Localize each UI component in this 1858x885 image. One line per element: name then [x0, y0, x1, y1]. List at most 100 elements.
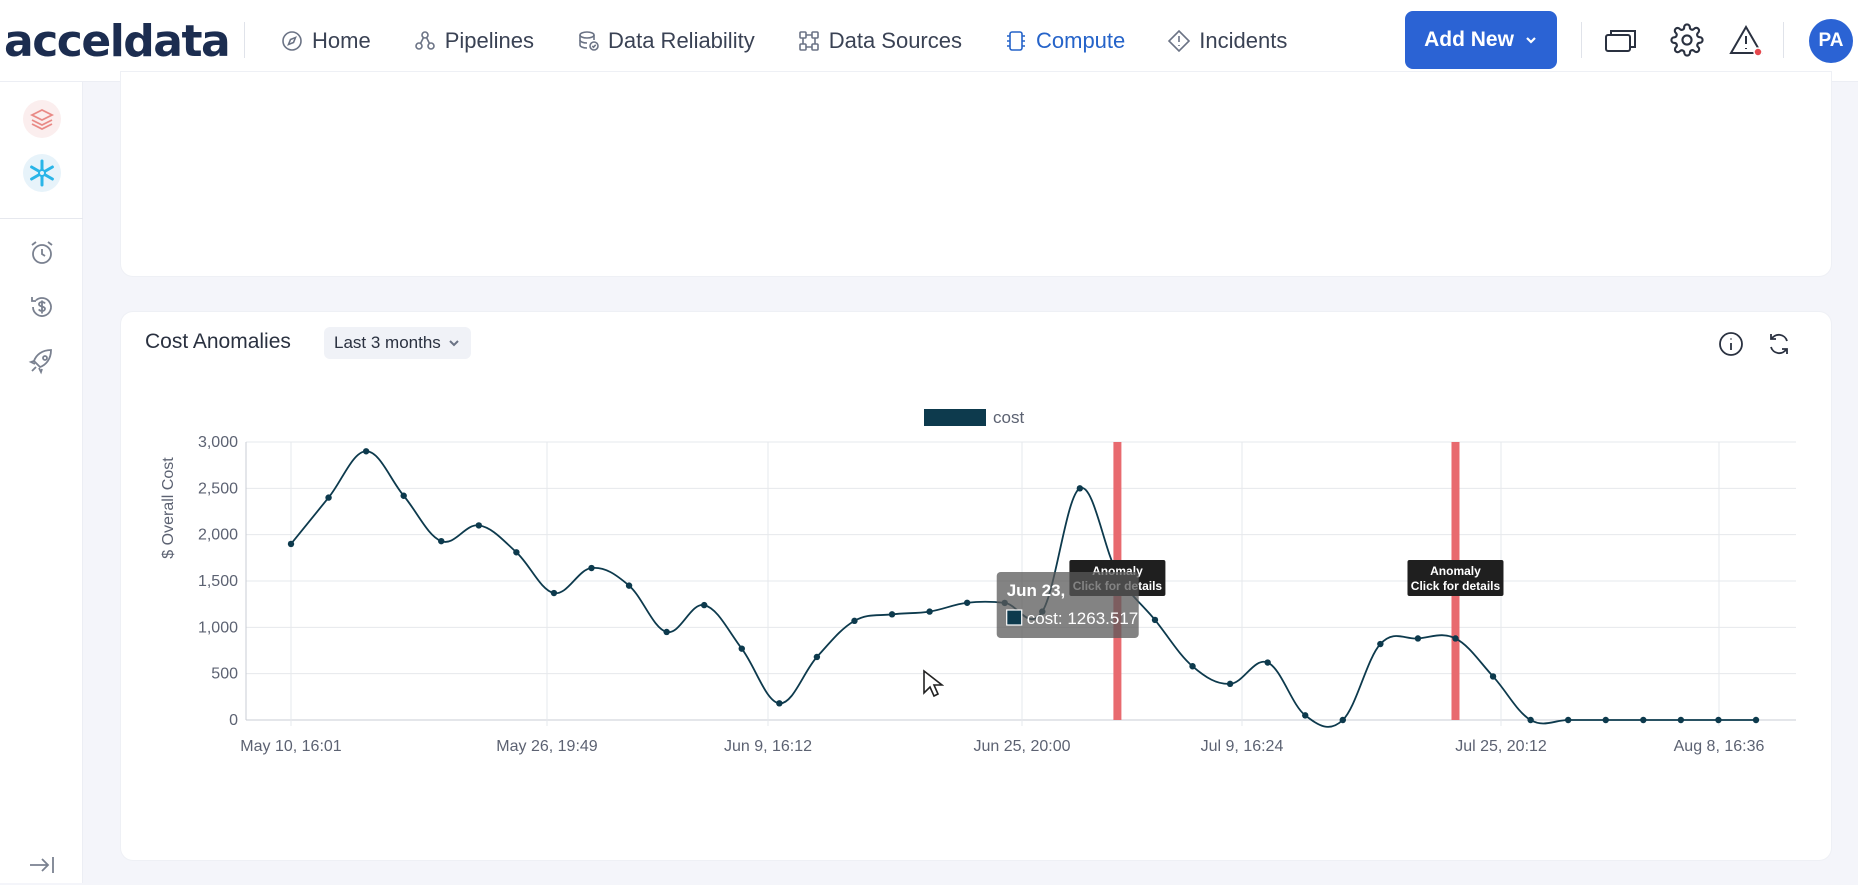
sidebar-item-alarms[interactable] — [22, 233, 62, 273]
nav-incidents-label: Incidents — [1199, 28, 1288, 53]
collapse-sidebar-button[interactable] — [22, 845, 62, 885]
x-tick-label: May 26, 19:49 — [496, 738, 598, 755]
data-point — [851, 617, 858, 625]
data-point — [1677, 716, 1685, 724]
settings-button[interactable] — [1669, 22, 1705, 58]
data-point — [475, 522, 483, 529]
sidebar-divider — [0, 218, 83, 219]
data-point — [1076, 485, 1084, 492]
data-point — [625, 582, 633, 589]
data-point — [1489, 673, 1497, 680]
pipelines-icon — [414, 31, 435, 50]
actions-divider — [1581, 22, 1582, 58]
data-point — [550, 589, 558, 597]
data-point — [1527, 716, 1534, 724]
data-point — [1414, 635, 1422, 642]
add-new-button[interactable]: Add New — [1405, 11, 1557, 69]
data-point — [813, 653, 821, 661]
x-tick-label: May 10, 16:01 — [240, 738, 342, 755]
database-check-icon — [579, 31, 599, 51]
cost-line-chart[interactable]: 3,000 2,500 2,000 1,500 1,000 500 0May 10, 16:… — [121, 312, 1831, 860]
snowflake-source-button[interactable] — [22, 153, 62, 193]
data-point — [738, 645, 745, 652]
nav-pipelines[interactable]: Pipelines — [413, 28, 534, 54]
y-tick-label: 1,500 — [198, 573, 238, 590]
data-point — [1752, 716, 1760, 724]
add-new-label: Add New — [1424, 28, 1514, 51]
alarm-clock-icon — [31, 241, 53, 264]
dollar-refresh-icon — [31, 297, 52, 317]
chart-tooltip: Jun 23, cost: 1263.517 — [996, 572, 1139, 638]
avatar-divider — [1783, 22, 1784, 58]
y-tick-label: 500 — [211, 666, 238, 683]
data-point — [1715, 716, 1722, 724]
nav-home-label: Home — [312, 28, 371, 53]
left-sidebar — [0, 82, 83, 883]
y-axis-label: $ Overall Cost — [160, 457, 177, 559]
y-tick-label: 3,000 — [198, 434, 238, 451]
data-point — [1640, 716, 1647, 724]
nav-compute[interactable]: Compute — [1004, 28, 1125, 54]
databricks-source-button[interactable] — [22, 99, 62, 139]
y-tick-label: 0 — [229, 712, 238, 729]
data-point — [400, 492, 407, 499]
data-point — [776, 700, 783, 707]
data-point — [1151, 616, 1159, 624]
nav-data-sources[interactable]: Data Sources — [797, 28, 962, 54]
data-point — [701, 601, 708, 609]
x-tick-label: Jun 9, 16:12 — [724, 738, 812, 755]
data-point — [325, 494, 332, 501]
chip-icon — [1007, 31, 1025, 51]
acceldata-logo[interactable]: acceldata — [4, 16, 231, 67]
top-card — [121, 72, 1831, 276]
nav-compute-label: Compute — [1036, 28, 1126, 53]
data-point — [1264, 659, 1271, 666]
y-tick-label: 1,000 — [198, 619, 238, 636]
anomaly-label-title: Anomaly — [1430, 564, 1481, 578]
x-tick-label: Jul 9, 16:24 — [1201, 738, 1284, 755]
rocket-icon — [28, 349, 52, 375]
warning-icon — [1729, 24, 1763, 57]
x-tick-label: Aug 8, 16:36 — [1674, 738, 1765, 755]
nav-home[interactable]: Home — [280, 28, 371, 54]
y-tick-label: 2,000 — [198, 527, 238, 544]
mouse-cursor-icon — [923, 669, 944, 698]
sidebar-item-cost[interactable] — [22, 287, 62, 327]
main-nav: Home Pipelines Data Reliability Data Sou… — [280, 0, 1287, 82]
user-avatar[interactable]: PA — [1809, 19, 1853, 63]
sidebar-item-launch[interactable] — [22, 341, 62, 381]
legend: cost — [924, 408, 1024, 427]
nav-data-reliability-label: Data Reliability — [607, 28, 755, 53]
x-tick-label: Jul 25, 20:12 — [1455, 738, 1547, 755]
compass-icon — [282, 31, 302, 51]
nav-data-reliability[interactable]: Data Reliability — [576, 28, 755, 54]
nav-incidents[interactable]: Incidents — [1167, 28, 1287, 54]
data-point — [287, 540, 295, 548]
data-point — [362, 448, 370, 455]
data-point — [1302, 712, 1309, 719]
expand-arrow-icon — [30, 857, 54, 873]
cards-button[interactable] — [1603, 22, 1639, 58]
chevron-down-icon — [1526, 37, 1536, 44]
x-tick-label: Jun 25, 20:00 — [974, 738, 1071, 755]
nav-data-sources-label: Data Sources — [828, 28, 962, 53]
data-sources-icon — [798, 31, 819, 51]
data-point — [963, 599, 971, 606]
y-tick-label: 2,500 — [198, 480, 238, 497]
legend-label-cost: cost — [993, 408, 1024, 427]
nav-pipelines-label: Pipelines — [444, 28, 534, 53]
data-point — [1452, 635, 1459, 642]
data-point — [1226, 680, 1234, 688]
data-point — [926, 608, 933, 615]
alerts-button[interactable] — [1728, 22, 1764, 58]
data-point — [663, 628, 670, 636]
data-point — [588, 564, 595, 572]
gear-icon — [1670, 23, 1704, 57]
tooltip-value: cost: 1263.517 — [1027, 609, 1139, 628]
diamond-alert-icon — [1168, 29, 1191, 53]
data-point — [513, 549, 520, 556]
databricks-layers-icon — [23, 100, 61, 138]
cards-icon — [1605, 30, 1636, 52]
data-point — [438, 537, 445, 545]
data-point — [1602, 716, 1609, 724]
